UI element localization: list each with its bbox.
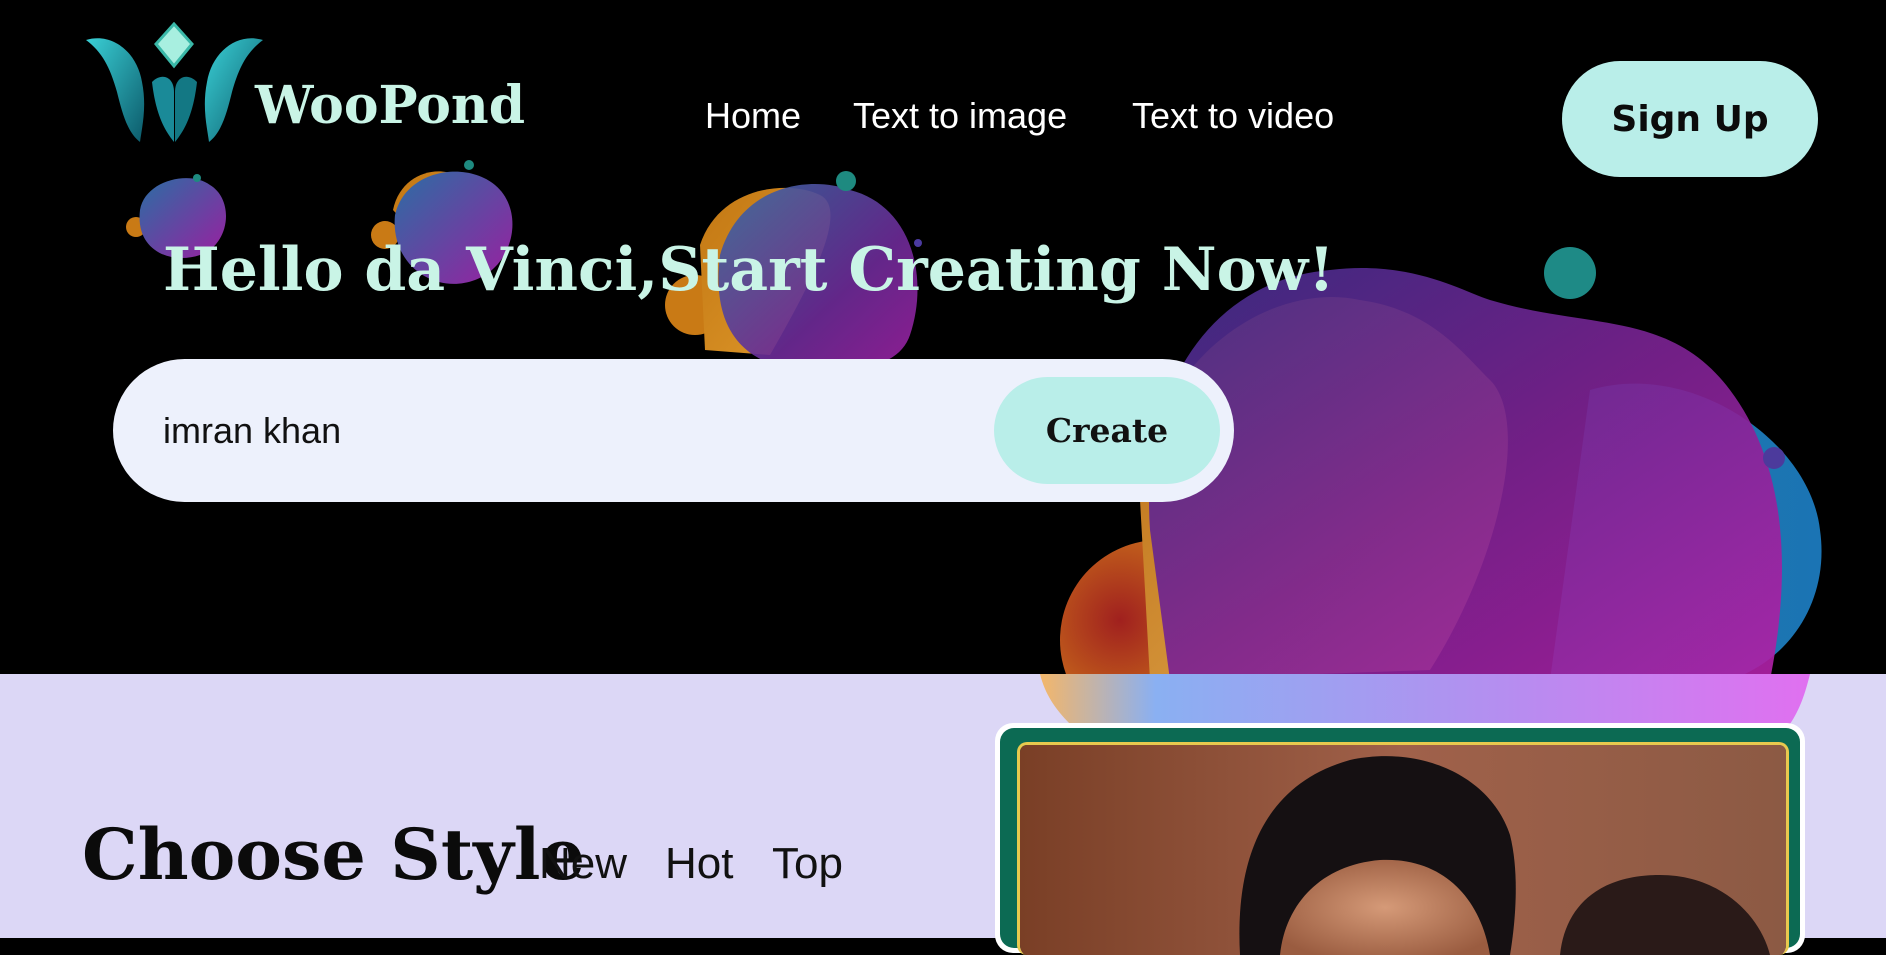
- filter-new[interactable]: New: [539, 842, 627, 886]
- hero-headline: Hello da Vinci,Start Creating Now!: [163, 235, 1335, 305]
- decorative-blob-overlap: [1040, 674, 1820, 724]
- create-button[interactable]: Create: [994, 377, 1220, 484]
- image-frame: [1000, 728, 1800, 955]
- woopond-logo-icon[interactable]: [82, 21, 267, 146]
- hero-section: WooPond Home Text to image Text to video…: [0, 0, 1886, 674]
- signup-button[interactable]: Sign Up: [1562, 61, 1818, 177]
- choose-style-title: Choose Style: [82, 813, 585, 896]
- generated-image-card[interactable]: [995, 723, 1805, 955]
- prompt-input[interactable]: [161, 399, 965, 463]
- generated-image[interactable]: [1017, 742, 1789, 955]
- nav-text-to-image[interactable]: Text to image: [853, 98, 1067, 134]
- nav-home[interactable]: Home: [705, 98, 801, 134]
- filter-top[interactable]: Top: [772, 842, 843, 886]
- prompt-search-bar: Create: [113, 359, 1234, 502]
- nav-text-to-video[interactable]: Text to video: [1132, 98, 1334, 134]
- brand-name[interactable]: WooPond: [255, 80, 525, 132]
- filter-hot[interactable]: Hot: [665, 842, 733, 886]
